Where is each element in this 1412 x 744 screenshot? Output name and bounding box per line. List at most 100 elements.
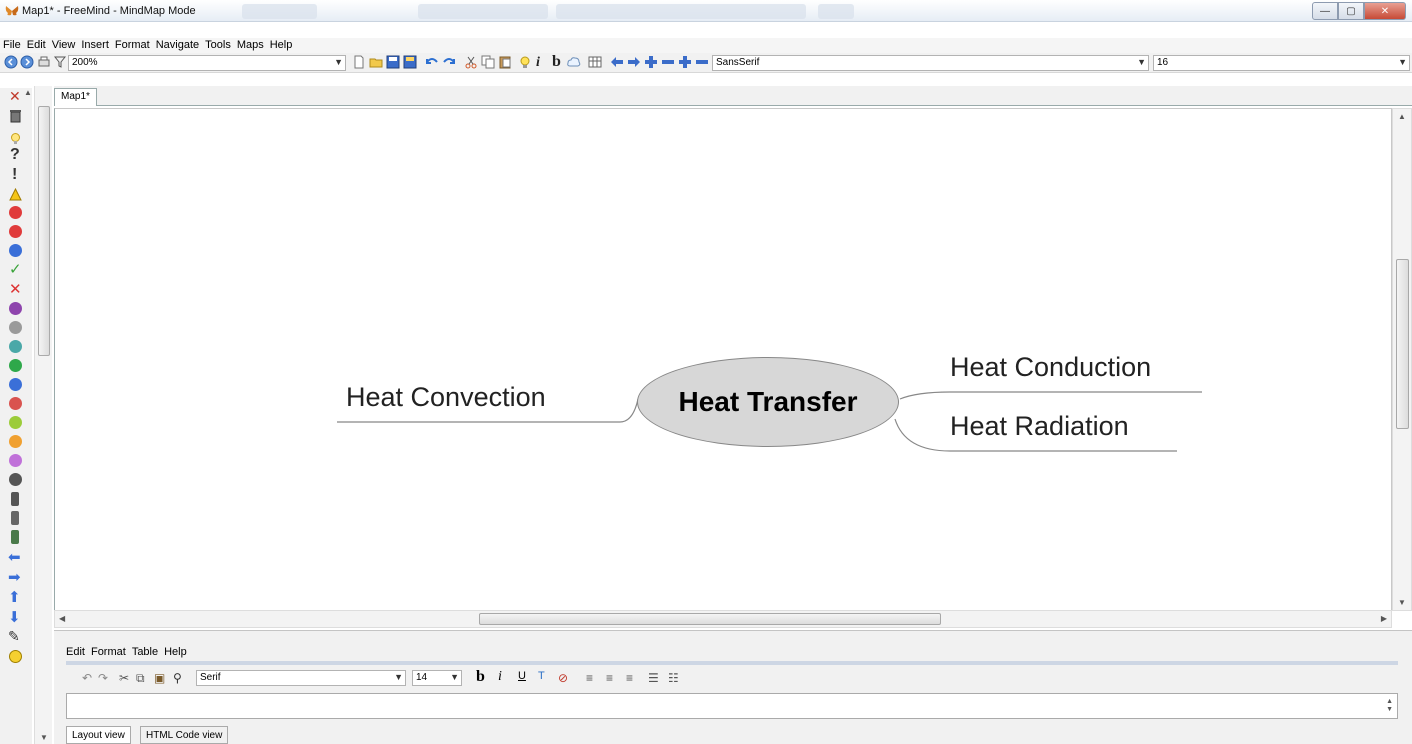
align-right-icon[interactable]: ≡ — [626, 671, 633, 685]
notes-menu-help[interactable]: Help — [164, 646, 187, 658]
bold-icon[interactable]: b — [552, 53, 566, 70]
new-icon[interactable] — [352, 55, 366, 69]
add-icon[interactable] — [678, 55, 692, 69]
font-family-select[interactable]: SansSerif ▼ — [712, 55, 1149, 71]
up-arrow-icon[interactable]: ⬆ — [8, 588, 21, 606]
tab-html-code-view[interactable]: HTML Code view — [140, 726, 229, 744]
remove-icon[interactable]: ✕ — [9, 88, 21, 105]
text-color-icon[interactable]: T — [538, 670, 545, 682]
copy-icon[interactable]: ⧉ — [136, 671, 145, 686]
question-icon[interactable]: ? — [10, 146, 20, 164]
paste-icon[interactable]: ▣ — [154, 671, 165, 685]
five-icon[interactable] — [9, 378, 22, 391]
paste-icon[interactable] — [498, 55, 512, 69]
bold-icon[interactable]: b — [476, 668, 485, 686]
node-heat-convection[interactable]: Heat Convection — [346, 382, 546, 413]
zero-icon[interactable] — [9, 473, 22, 486]
align-left-icon[interactable]: ≡ — [586, 671, 593, 685]
cut-icon[interactable] — [464, 55, 478, 69]
canvas-vertical-scrollbar[interactable]: ▲ ▼ — [1392, 108, 1412, 611]
italic-icon[interactable]: i — [498, 669, 502, 685]
cloud-icon[interactable] — [567, 55, 581, 69]
notes-menu-format[interactable]: Format — [91, 646, 126, 658]
scroll-thumb[interactable] — [479, 613, 941, 625]
three-icon[interactable] — [9, 340, 22, 353]
idea-icon[interactable] — [518, 55, 532, 69]
menu-navigate[interactable]: Navigate — [153, 38, 202, 53]
underline-icon[interactable]: U — [518, 670, 526, 682]
menu-file[interactable]: File — [0, 38, 24, 53]
notes-menu-table[interactable]: Table — [132, 646, 158, 658]
trash-icon[interactable] — [9, 109, 22, 123]
cross-icon[interactable]: ✕ — [9, 280, 22, 298]
canvas-horizontal-scrollbar[interactable]: ◀ ▶ — [54, 610, 1392, 628]
scroll-left-icon[interactable]: ◀ — [59, 614, 65, 623]
menu-format[interactable]: Format — [112, 38, 153, 53]
notes-size-select[interactable]: 14 ▼ — [412, 670, 462, 686]
minus-icon[interactable] — [695, 55, 709, 69]
four-icon[interactable] — [9, 359, 22, 372]
eight-icon[interactable] — [9, 435, 22, 448]
scroll-up-icon[interactable]: ▲ — [24, 88, 32, 97]
add-icon[interactable] — [644, 55, 658, 69]
redo-icon[interactable] — [442, 55, 456, 69]
italic-icon[interactable]: i — [536, 55, 550, 70]
clear-format-icon[interactable]: ⊘ — [558, 671, 568, 685]
seven-icon[interactable] — [9, 416, 22, 429]
scroll-down-icon[interactable]: ▼ — [1398, 598, 1406, 607]
check-icon[interactable]: ✓ — [9, 260, 22, 278]
node-heat-radiation[interactable]: Heat Radiation — [950, 411, 1129, 442]
scroll-down-icon[interactable]: ▼ — [40, 733, 48, 742]
right-arrow-icon[interactable]: ➡ — [8, 568, 21, 586]
stop-icon[interactable] — [9, 225, 22, 238]
left-arrow-icon[interactable] — [610, 55, 624, 69]
tab-map1[interactable]: Map1* — [54, 88, 97, 106]
save-as-icon[interactable] — [403, 55, 417, 69]
node-heat-conduction[interactable]: Heat Conduction — [950, 352, 1151, 383]
scroll-up-icon[interactable]: ▲ — [1398, 112, 1406, 121]
zoom-select[interactable]: 200% ▼ — [68, 55, 346, 71]
menu-edit[interactable]: Edit — [24, 38, 49, 53]
copy-icon[interactable] — [481, 55, 495, 69]
nine-icon[interactable] — [9, 454, 22, 467]
stop-icon[interactable] — [9, 206, 22, 219]
save-icon[interactable] — [386, 55, 400, 69]
maximize-button[interactable]: ▢ — [1338, 2, 1364, 20]
open-icon[interactable] — [369, 55, 383, 69]
tab-layout-view[interactable]: Layout view — [66, 726, 131, 744]
back-icon[interactable] — [4, 55, 18, 69]
redo-icon[interactable]: ↷ — [98, 671, 108, 685]
smiley-icon[interactable] — [9, 650, 22, 663]
icon-toolbar-scrollbar[interactable]: ▼ — [34, 86, 52, 744]
numbered-list-icon[interactable]: ☷ — [668, 671, 679, 685]
down-arrow-icon[interactable]: ⬇ — [8, 608, 21, 626]
warning-icon[interactable] — [9, 188, 22, 201]
print-icon[interactable] — [37, 55, 51, 69]
filter-icon[interactable] — [53, 55, 67, 69]
left-arrow-icon[interactable]: ⬅ — [8, 548, 21, 566]
menu-help[interactable]: Help — [267, 38, 296, 53]
info-icon[interactable] — [9, 244, 22, 257]
align-center-icon[interactable]: ≡ — [606, 671, 613, 685]
find-icon[interactable]: ⚲ — [173, 671, 182, 685]
undo-icon[interactable]: ↶ — [82, 671, 92, 685]
root-node[interactable]: Heat Transfer — [637, 357, 899, 447]
table-icon[interactable] — [588, 55, 602, 69]
pencil-icon[interactable]: ✎ — [8, 628, 20, 645]
undo-icon[interactable] — [425, 55, 439, 69]
scroll-thumb[interactable] — [38, 106, 50, 356]
idea-icon[interactable] — [9, 132, 22, 145]
minimize-button[interactable]: — — [1312, 2, 1338, 20]
menu-insert[interactable]: Insert — [78, 38, 112, 53]
notes-menu-edit[interactable]: Edit — [66, 646, 85, 658]
notes-font-select[interactable]: Serif ▼ — [196, 670, 406, 686]
traffic-light-icon[interactable] — [11, 492, 19, 506]
six-icon[interactable] — [9, 397, 22, 410]
spinner-icon[interactable]: ▲ ▼ — [1386, 698, 1393, 714]
traffic-light-icon[interactable] — [11, 511, 19, 525]
exclamation-icon[interactable]: ! — [12, 166, 17, 184]
close-button[interactable]: ✕ — [1364, 2, 1406, 20]
two-icon[interactable] — [9, 321, 22, 334]
scroll-thumb[interactable] — [1396, 259, 1409, 429]
bullet-list-icon[interactable]: ☰ — [648, 671, 659, 685]
